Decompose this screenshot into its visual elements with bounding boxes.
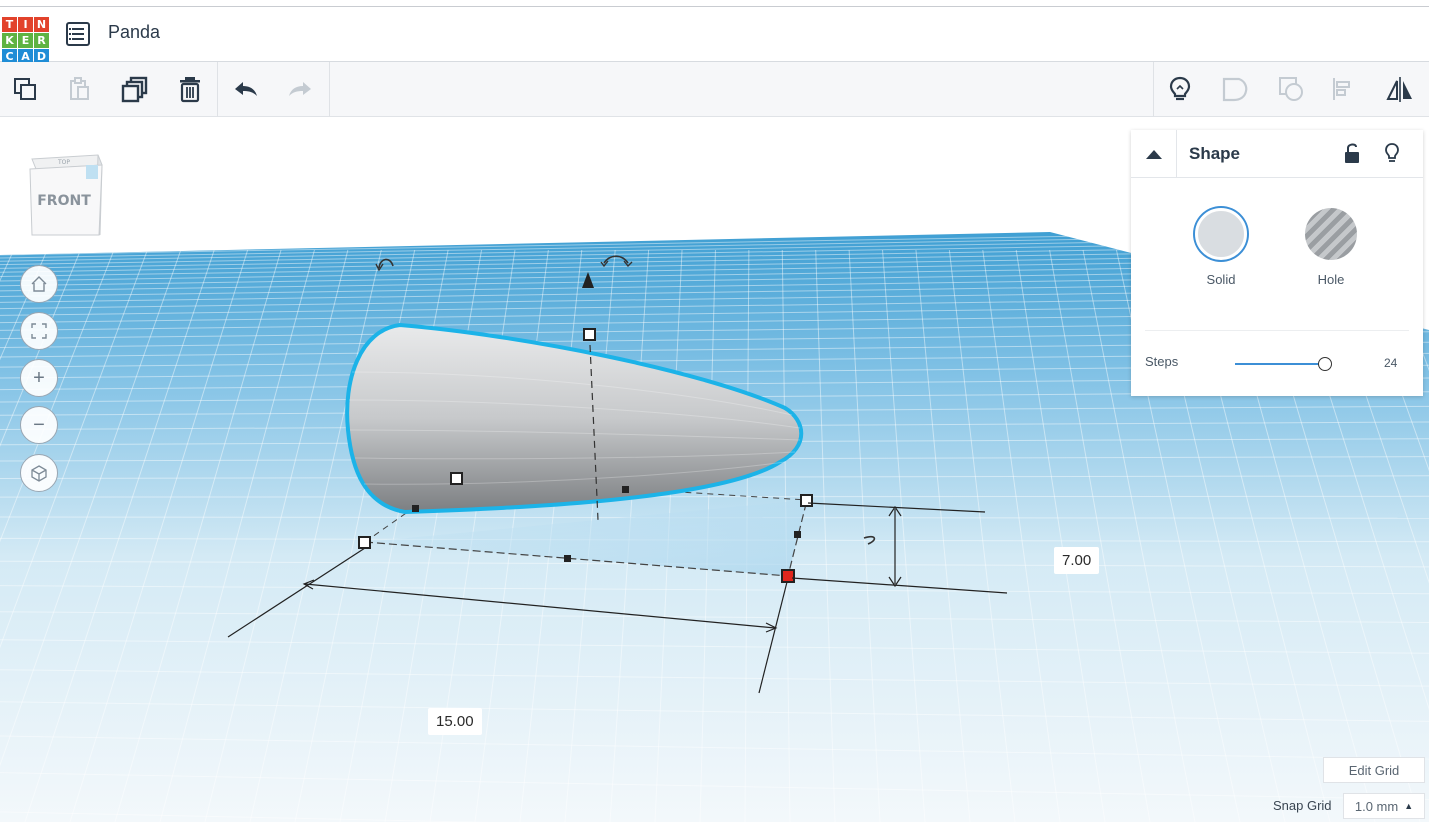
logo-letter: K bbox=[2, 33, 17, 48]
project-title[interactable]: Panda bbox=[108, 22, 160, 43]
back-left-corner-handle[interactable] bbox=[450, 472, 463, 485]
inspector-header: Shape bbox=[1131, 130, 1423, 178]
view-cube-top-label: TOP bbox=[57, 159, 70, 166]
lightbulb-icon[interactable] bbox=[1379, 140, 1405, 166]
logo-letter: I bbox=[18, 17, 33, 32]
ungroup-icon[interactable] bbox=[1276, 74, 1306, 104]
steps-value[interactable]: 24 bbox=[1384, 356, 1397, 370]
edit-grid-button[interactable]: Edit Grid bbox=[1323, 757, 1425, 783]
copy-icon[interactable] bbox=[10, 74, 40, 104]
logo-letter: N bbox=[34, 17, 49, 32]
front-right-corner-handle[interactable] bbox=[781, 569, 795, 583]
solid-label: Solid bbox=[1206, 272, 1236, 287]
inspector-title: Shape bbox=[1189, 144, 1241, 163]
view-cube[interactable]: TOP FRONT bbox=[22, 151, 108, 241]
edge-handle[interactable] bbox=[564, 555, 571, 562]
steps-slider-knob[interactable] bbox=[1318, 357, 1333, 371]
align-icon[interactable] bbox=[1328, 74, 1358, 104]
edge-handle[interactable] bbox=[622, 486, 629, 493]
edge-handle[interactable] bbox=[794, 531, 801, 538]
height-dimension-value[interactable]: 7.00 bbox=[1054, 547, 1100, 574]
snap-grid-select[interactable]: 1.0 mm ▲ bbox=[1343, 793, 1425, 819]
title-bar: T I N K E R C A D Panda bbox=[0, 6, 1429, 65]
tinkercad-editor: T I N K E R C A D Panda TOP FRONT + − 7.… bbox=[0, 0, 1429, 822]
lock-icon[interactable] bbox=[1339, 140, 1365, 166]
logo-letter: E bbox=[18, 33, 33, 48]
notes-lightbulb-icon[interactable] bbox=[1165, 74, 1195, 104]
fit-view-icon[interactable] bbox=[20, 312, 58, 350]
perspective-icon[interactable] bbox=[20, 454, 58, 492]
snap-grid-label: Snap Grid bbox=[1273, 798, 1332, 813]
view-cube-front-label: FRONT bbox=[37, 193, 91, 209]
front-left-corner-handle[interactable] bbox=[358, 536, 371, 549]
length-dimension-value[interactable]: 15.00 bbox=[428, 708, 482, 735]
design-list-icon[interactable] bbox=[66, 22, 90, 46]
group-icon[interactable] bbox=[1220, 74, 1250, 104]
logo-letter: T bbox=[2, 17, 17, 32]
solid-color-swatch[interactable] bbox=[1195, 208, 1247, 260]
home-icon[interactable] bbox=[20, 265, 58, 303]
shape-inspector: Shape Solid Hole Steps 24 bbox=[1131, 130, 1423, 396]
mirror-icon[interactable] bbox=[1385, 74, 1415, 104]
paste-icon[interactable] bbox=[64, 74, 94, 104]
undo-icon[interactable] bbox=[231, 74, 261, 104]
steps-label: Steps bbox=[1145, 354, 1179, 369]
edge-handle[interactable] bbox=[412, 505, 419, 512]
snap-grid-value: 1.0 mm bbox=[1354, 798, 1399, 814]
collapse-inspector-icon[interactable] bbox=[1131, 130, 1177, 178]
zoom-out-icon[interactable]: − bbox=[20, 406, 58, 444]
toolbar bbox=[0, 62, 1429, 117]
back-right-corner-handle[interactable] bbox=[800, 494, 813, 507]
redo-icon[interactable] bbox=[285, 74, 315, 104]
caret-up-icon: ▲ bbox=[1404, 801, 1414, 811]
duplicate-icon[interactable] bbox=[120, 74, 150, 104]
top-height-handle[interactable] bbox=[583, 328, 596, 341]
zoom-in-icon[interactable]: + bbox=[20, 359, 58, 397]
delete-icon[interactable] bbox=[175, 74, 205, 104]
tinkercad-logo[interactable]: T I N K E R C A D bbox=[2, 17, 50, 65]
hole-label: Hole bbox=[1317, 272, 1345, 287]
hole-swatch[interactable] bbox=[1305, 208, 1357, 260]
logo-letter: R bbox=[34, 33, 49, 48]
steps-slider-track[interactable] bbox=[1235, 363, 1326, 365]
